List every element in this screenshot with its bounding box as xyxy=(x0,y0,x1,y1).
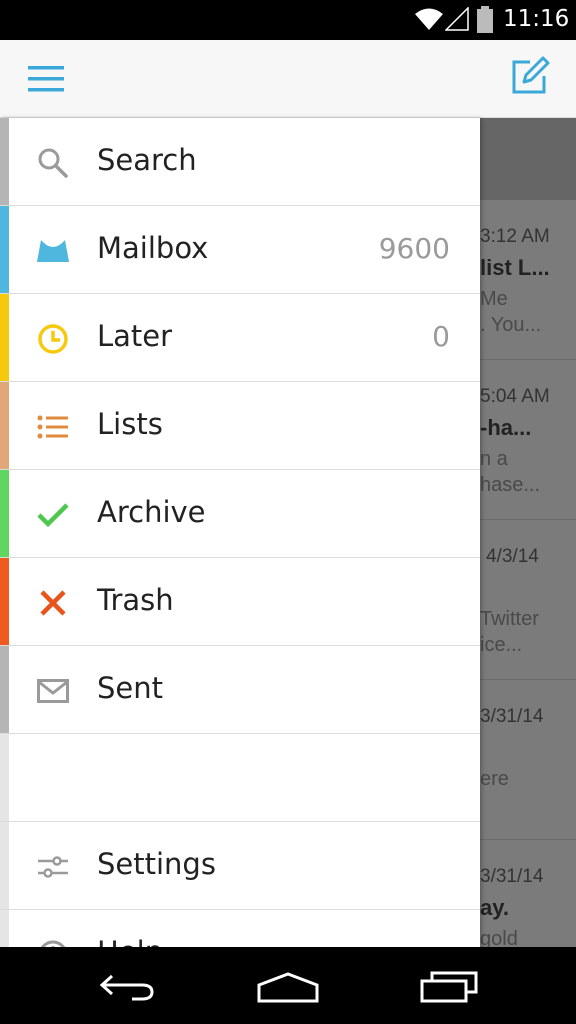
status-time: 11:16 xyxy=(503,6,570,32)
drawer-item-lists[interactable]: Lists xyxy=(0,382,480,470)
message-title: list L... xyxy=(480,255,550,280)
list-icon xyxy=(36,410,70,444)
message-title: -ha... xyxy=(480,415,532,440)
drawer-item-label: Sent xyxy=(97,671,164,705)
signal-icon xyxy=(445,7,469,31)
menu-button[interactable] xyxy=(22,60,70,100)
message-preview: gold xyxy=(480,928,518,947)
drawer-item-label: Trash xyxy=(97,583,174,617)
message-preview: hase... xyxy=(480,474,541,496)
drawer-item-label: Search xyxy=(97,143,197,177)
recents-icon xyxy=(420,971,478,1003)
compose-icon xyxy=(512,56,550,94)
drawer-item-color-stripe xyxy=(0,206,9,293)
app-bar xyxy=(0,40,576,118)
message-date: 3:12 AM xyxy=(480,226,550,247)
drawer-item-label: Mailbox xyxy=(97,231,209,265)
envelope-icon xyxy=(36,674,70,708)
drawer-item-color-stripe xyxy=(0,822,9,909)
drawer-item-sent[interactable]: Sent xyxy=(0,646,480,734)
drawer-item-color-stripe xyxy=(0,382,9,469)
message-preview: ere xyxy=(480,768,509,790)
system-navigation-bar xyxy=(0,947,576,1024)
message-date: 3/31/14 xyxy=(480,866,544,887)
back-button[interactable] xyxy=(88,965,168,1009)
drawer-item-settings[interactable]: Settings xyxy=(0,822,480,910)
drawer-item-color-stripe xyxy=(0,910,9,947)
drawer-item-later[interactable]: Later 0 xyxy=(0,294,480,382)
search-icon xyxy=(36,146,70,180)
mailbox-icon xyxy=(36,234,70,268)
drawer-item-count: 9600 xyxy=(378,232,450,265)
home-button[interactable] xyxy=(248,965,328,1009)
message-preview: n a xyxy=(480,448,508,470)
x-icon xyxy=(36,586,70,620)
home-icon xyxy=(257,972,319,1003)
drawer-item-mailbox[interactable]: Mailbox 9600 xyxy=(0,206,480,294)
navigation-drawer: Search Mailbox 9600 Later 0 Lists Archiv… xyxy=(0,118,480,947)
message-preview: . You... xyxy=(480,314,542,336)
clock-icon xyxy=(36,322,70,356)
back-icon xyxy=(99,974,154,1001)
battery-icon xyxy=(477,6,493,33)
status-bar: 11:16 xyxy=(0,0,576,40)
drawer-item-color-stripe xyxy=(0,294,9,381)
message-preview: Me xyxy=(480,288,508,310)
checkmark-icon xyxy=(36,498,70,532)
drawer-item-label: Archive xyxy=(97,495,206,529)
message-date: 3/31/14 xyxy=(480,706,544,727)
drawer-item-archive[interactable]: Archive xyxy=(0,470,480,558)
drawer-item-label: Lists xyxy=(97,407,163,441)
drawer-item-color-stripe xyxy=(0,558,9,645)
message-preview: ice... xyxy=(480,634,523,656)
recents-button[interactable] xyxy=(410,965,490,1009)
drawer-item-color-stripe xyxy=(0,470,9,557)
drawer-item-color-stripe xyxy=(0,118,9,205)
drawer-item-label: Help xyxy=(97,935,163,947)
drawer-item-search[interactable]: Search xyxy=(0,118,480,206)
drawer-item-help[interactable]: Help xyxy=(0,910,480,947)
drawer-item-color-stripe xyxy=(0,734,9,821)
message-preview: Twitter xyxy=(480,608,539,630)
message-title: ay. xyxy=(480,895,509,920)
drawer-item-label: Later xyxy=(97,319,173,353)
hamburger-menu-icon xyxy=(28,66,64,92)
drawer-item-trash[interactable]: Trash xyxy=(0,558,480,646)
sliders-icon xyxy=(36,850,70,884)
drawer-item-label: Settings xyxy=(97,847,216,881)
info-icon xyxy=(36,938,70,947)
drawer-spacer xyxy=(0,734,480,822)
compose-button[interactable] xyxy=(508,54,556,102)
drawer-item-count: 0 xyxy=(432,320,450,353)
drawer-item-color-stripe xyxy=(0,646,9,733)
wifi-icon xyxy=(415,8,443,30)
message-date: 4/3/14 xyxy=(486,546,539,567)
message-date: 5:04 AM xyxy=(480,386,550,407)
